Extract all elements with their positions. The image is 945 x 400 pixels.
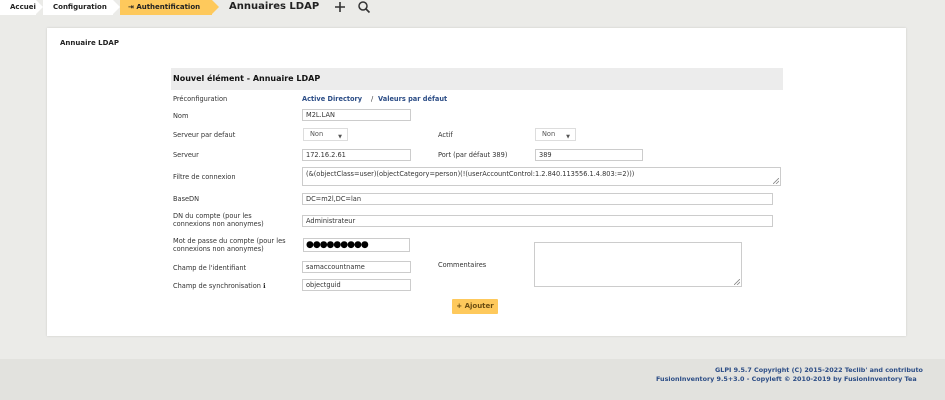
breadcrumb-config-label: Configuration xyxy=(53,3,107,11)
identifier-input[interactable]: samaccountname xyxy=(302,261,411,273)
server-label: Serveur xyxy=(173,151,199,159)
name-label: Nom xyxy=(173,112,189,120)
footer: GLPI 9.5.7 Copyright (C) 2015-2022 Tecli… xyxy=(0,359,945,400)
password-input[interactable]: ●●●●●●●●● xyxy=(303,238,410,252)
port-input[interactable]: 389 xyxy=(535,149,643,161)
add-icon[interactable] xyxy=(333,0,347,14)
sync-label-text: Champ de synchronisation xyxy=(173,282,261,290)
breadcrumb-home-label: Accueil xyxy=(10,3,39,11)
filter-label: Filtre de connexion xyxy=(173,173,236,181)
breadcrumb-separator xyxy=(36,0,43,14)
identifier-label: Champ de l'identifiant xyxy=(173,264,247,272)
info-icon[interactable]: ℹ xyxy=(263,282,266,290)
preconfig-ad-link[interactable]: Active Directory xyxy=(302,95,362,103)
search-icon[interactable] xyxy=(357,0,371,14)
breadcrumb-auth-label: Authentification xyxy=(136,3,201,11)
filter-textarea[interactable]: (&(objectClass=user)(objectCategory=pers… xyxy=(302,167,781,186)
breadcrumb-config[interactable]: Configuration xyxy=(43,0,113,15)
active-value: Non xyxy=(542,130,556,138)
account-dn-label: DN du compte (pour les connexions non an… xyxy=(173,212,264,228)
breadcrumb-separator xyxy=(113,0,120,14)
resize-handle-icon[interactable] xyxy=(773,178,779,184)
basedn-label: BaseDN xyxy=(173,195,200,203)
name-input[interactable]: M2L.LAN xyxy=(302,109,411,121)
top-bar: Accueil Configuration ⇥ Authentification… xyxy=(0,0,945,17)
port-label: Port (par défaut 389) xyxy=(438,151,508,159)
default-server-value: Non xyxy=(310,130,324,138)
basedn-input[interactable]: DC=m2l,DC=lan xyxy=(302,193,773,205)
sign-in-icon: ⇥ xyxy=(128,3,134,11)
server-input[interactable]: 172.16.2.61 xyxy=(302,149,411,161)
preconfig-label: Préconfiguration xyxy=(173,95,228,103)
page-title[interactable]: Annuaires LDAP xyxy=(229,1,319,12)
breadcrumb-home[interactable]: Accueil xyxy=(0,0,39,15)
default-server-label: Serveur par defaut xyxy=(173,131,236,139)
panel-tab-ldap[interactable]: Annuaire LDAP xyxy=(60,39,119,47)
account-dn-input[interactable]: Administrateur xyxy=(302,215,773,227)
footer-fusion-copyright[interactable]: FusionInventory 9.5+3.0 - Copyleft © 201… xyxy=(656,375,917,383)
breadcrumb-auth[interactable]: ⇥ Authentification xyxy=(120,0,212,15)
filter-value: (&(objectClass=user)(objectCategory=pers… xyxy=(306,170,635,178)
default-server-select[interactable]: Non ▼ xyxy=(303,128,348,141)
resize-handle-icon[interactable] xyxy=(734,279,740,285)
form-header: Nouvel élément - Annuaire LDAP xyxy=(171,68,783,90)
add-button[interactable]: + Ajouter xyxy=(452,299,498,314)
breadcrumb-separator xyxy=(212,0,219,14)
comments-textarea[interactable] xyxy=(534,242,742,287)
password-label: Mot de passe du compte (pour les connexi… xyxy=(173,237,286,253)
active-label: Actif xyxy=(438,131,453,139)
sync-label: Champ de synchronisation ℹ xyxy=(173,282,266,290)
sync-input[interactable]: objectguid xyxy=(302,279,411,291)
chevron-down-icon: ▼ xyxy=(566,134,570,140)
comments-label: Commentaires xyxy=(438,261,487,269)
chevron-down-icon: ▼ xyxy=(338,134,342,140)
preconfig-separator: / xyxy=(371,95,374,103)
preconfig-default-link[interactable]: Valeurs par défaut xyxy=(378,95,447,103)
active-select[interactable]: Non ▼ xyxy=(535,128,576,141)
footer-glpi-copyright[interactable]: GLPI 9.5.7 Copyright (C) 2015-2022 Tecli… xyxy=(715,366,923,374)
